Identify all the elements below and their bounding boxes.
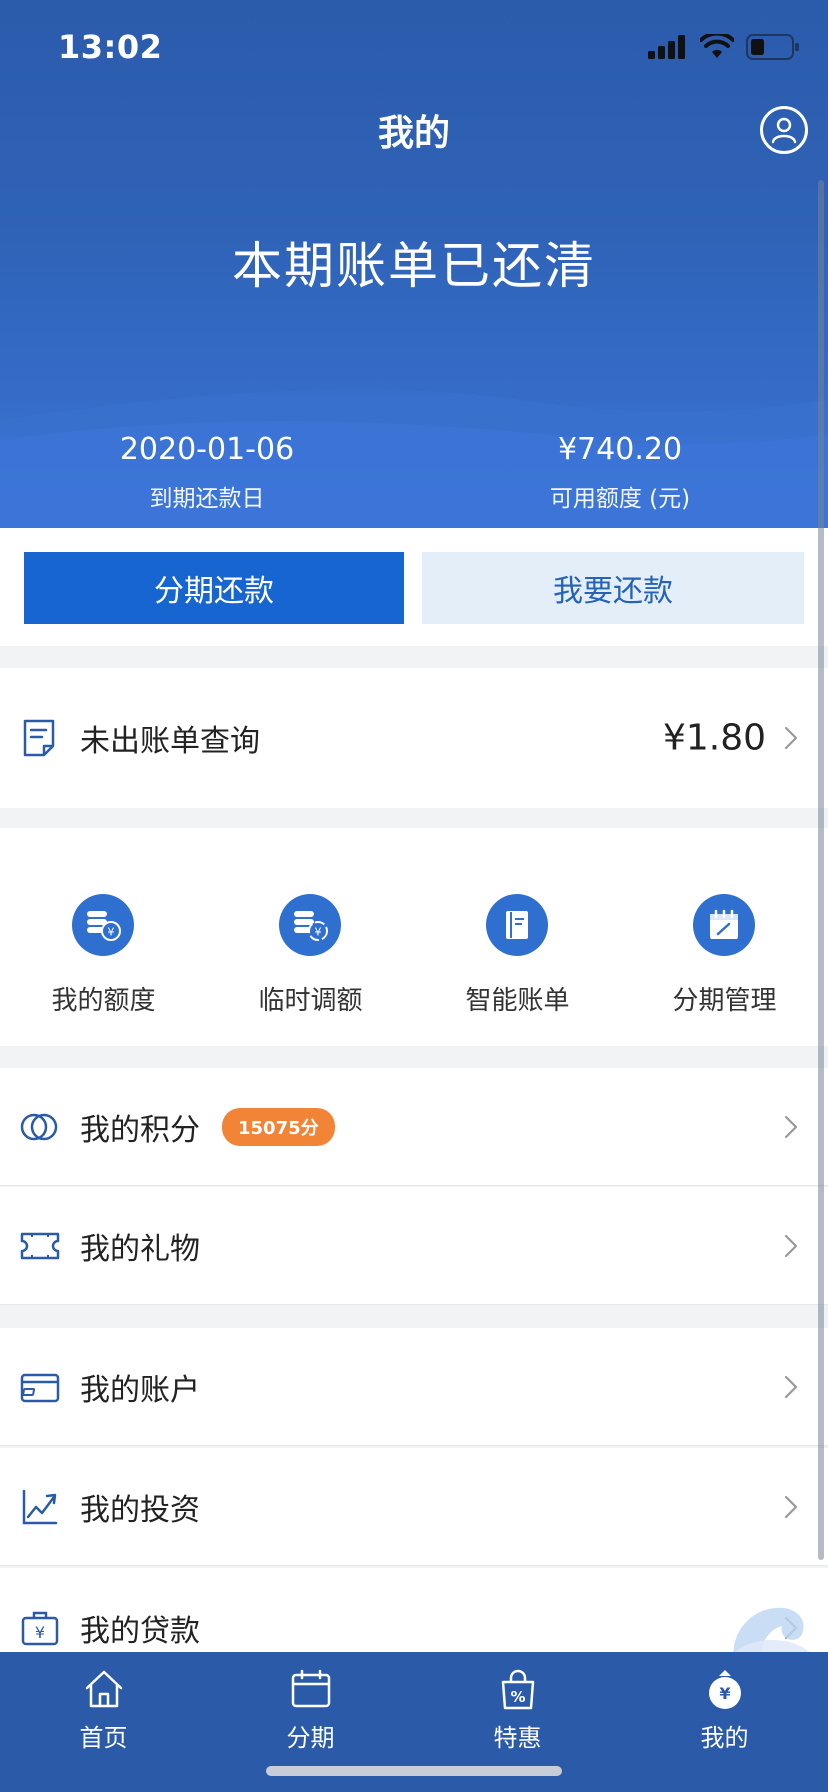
shortcut-label: 我的额度 [51, 986, 156, 1016]
money-bag-yen-icon: ¥ [708, 1670, 741, 1709]
status-icons [648, 34, 800, 60]
coins-adjust-icon: ¥ [279, 894, 341, 956]
due-date-stat: 2020-01-06 到期还款日 [77, 432, 337, 513]
due-date-label: 到期还款日 [149, 486, 265, 512]
shortcut-label: 临时调额 [258, 986, 363, 1016]
shortcut-label: 分期管理 [672, 986, 777, 1016]
shopping-bag-percent-icon: % [501, 1669, 534, 1710]
tab-label: 我的 [700, 1724, 749, 1752]
battery-icon [746, 34, 799, 60]
points-badge: 15075分 [222, 1107, 335, 1146]
available-credit-label: 可用额度 (元) [549, 486, 691, 512]
svg-text:¥: ¥ [315, 926, 322, 939]
menu-item-investment[interactable]: 我的投资 [0, 1448, 828, 1566]
wifi-icon [700, 34, 734, 58]
status-bar: 13:02 [0, 0, 828, 100]
menu-item-loan[interactable]: ¥ 我的贷款 [0, 1568, 828, 1652]
home-indicator [266, 1766, 562, 1776]
menu-label: 我的投资 [80, 1492, 200, 1528]
svg-text:%: % [510, 1688, 525, 1706]
tab-installment[interactable]: 分期 [207, 1666, 414, 1753]
svg-text:¥: ¥ [35, 1623, 45, 1642]
chevron-right-icon [784, 1115, 798, 1138]
unbilled-query-label: 未出账单查询 [80, 724, 260, 759]
calendar-icon [291, 1669, 330, 1708]
coins-yen-icon: ¥ [72, 894, 134, 956]
shortcut-grid: ¥ 我的额度 ¥ 临时调额 智能账单 分期管理 [0, 828, 828, 1046]
trend-chart-icon [22, 1489, 58, 1524]
tab-label: 分期 [286, 1724, 335, 1752]
calendar-edit-icon [693, 894, 755, 956]
book-icon [486, 894, 548, 956]
action-buttons: 分期还款 我要还款 [0, 528, 828, 646]
chevron-right-icon [784, 726, 798, 750]
points-circles-icon [20, 1113, 58, 1140]
available-credit-value: ¥740.20 [557, 432, 683, 467]
tab-label: 特惠 [493, 1724, 542, 1752]
shortcut-label: 智能账单 [465, 986, 570, 1016]
ticket-icon [20, 1232, 60, 1259]
menu-item-account[interactable]: 我的账户 [0, 1328, 828, 1446]
bill-document-icon [23, 719, 55, 757]
menu-item-points[interactable]: 我的积分 15075分 [0, 1068, 828, 1186]
tab-deals[interactable]: % 特惠 [414, 1666, 621, 1753]
shortcut-my-credit[interactable]: ¥ 我的额度 [0, 828, 207, 1046]
menu-item-gifts[interactable]: 我的礼物 [0, 1187, 828, 1305]
money-bag-yen-icon: ¥ [21, 1611, 59, 1646]
chevron-right-icon [784, 1495, 798, 1518]
svg-text:¥: ¥ [108, 926, 115, 939]
menu-label: 我的账户 [80, 1372, 200, 1408]
shortcut-smart-bill[interactable]: 智能账单 [414, 828, 621, 1046]
due-date-value: 2020-01-06 [119, 432, 295, 467]
tab-label: 首页 [79, 1724, 128, 1752]
menu-label: 我的礼物 [80, 1231, 200, 1267]
available-credit-stat: ¥740.20 可用额度 (元) [490, 432, 750, 513]
menu-label: 我的贷款 [80, 1614, 200, 1649]
bill-status-headline: 本期账单已还清 [232, 237, 596, 295]
shortcut-temp-adjust[interactable]: ¥ 临时调额 [207, 828, 414, 1046]
tab-mine[interactable]: ¥ 我的 [621, 1666, 828, 1753]
menu-label: 我的积分 [80, 1112, 200, 1148]
status-time: 13:02 [58, 28, 163, 66]
unbilled-amount: ¥1.80 [662, 717, 766, 759]
repay-button[interactable]: 我要还款 [422, 552, 804, 624]
svg-text:¥: ¥ [719, 1684, 730, 1703]
unbilled-query-row[interactable]: 未出账单查询 ¥1.80 [0, 668, 828, 808]
home-icon [85, 1670, 122, 1708]
scrollbar[interactable] [818, 180, 824, 1560]
installment-repay-button[interactable]: 分期还款 [24, 552, 404, 624]
profile-button[interactable] [760, 106, 808, 154]
chevron-right-icon [784, 1375, 798, 1398]
tab-home[interactable]: 首页 [0, 1666, 207, 1753]
card-icon [20, 1373, 60, 1402]
shortcut-installment-manage[interactable]: 分期管理 [621, 828, 828, 1046]
chevron-right-icon [784, 1234, 798, 1257]
signal-icon [648, 35, 685, 59]
user-icon [771, 117, 797, 144]
header-banner: 13:02 我的 本期账单已还清 2020-01-06 到期还款日 ¥740.2… [0, 0, 828, 528]
page-title: 我的 [377, 113, 450, 154]
